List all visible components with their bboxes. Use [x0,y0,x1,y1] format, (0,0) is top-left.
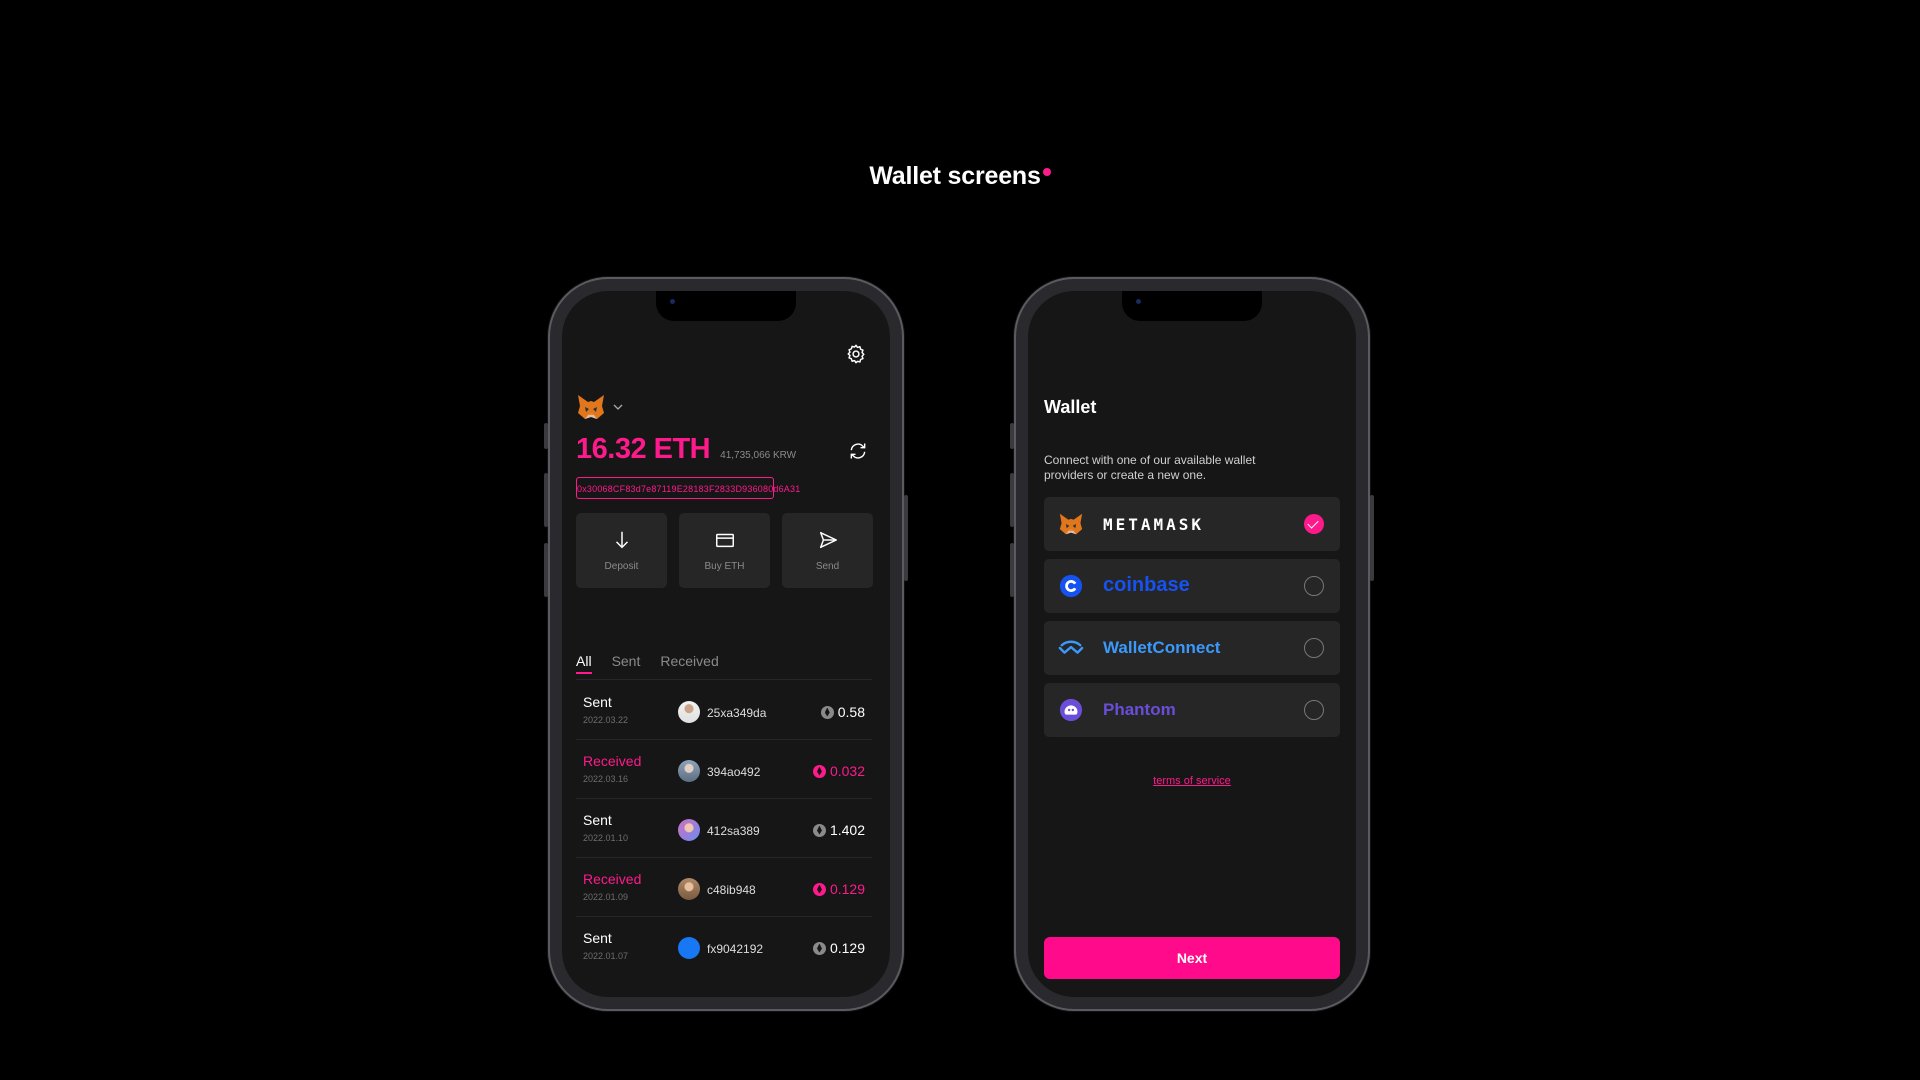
tab-all[interactable]: All [576,653,592,674]
tx-address: 412sa389 [707,824,760,838]
transaction-list: Sent 2022.03.22 25xa349da 0.58 Received … [576,681,872,975]
account-selector[interactable] [576,393,624,421]
avatar [678,878,700,900]
tx-date: 2022.01.07 [583,951,629,961]
tx-type: Sent [583,812,612,828]
notch [656,291,796,321]
tx-address: fx9042192 [707,942,764,956]
tx-date: 2022.03.16 [583,774,629,784]
tx-date: 2022.01.10 [583,833,629,843]
table-row[interactable]: Sent 2022.03.22 25xa349da 0.58 [576,681,872,740]
tab-received[interactable]: Received [660,653,718,674]
provider-name: coinbase [1103,574,1190,596]
tx-amount: 0.129 [812,940,865,956]
balance-fiat: 41,735,066 KRW [720,450,797,461]
eth-icon [812,764,826,778]
radio-checked[interactable] [1304,514,1324,534]
eth-icon [812,941,826,955]
phone-frame-connect: Wallet Connect with one of our available… [1010,277,1374,1011]
balance-eth: 16.32 ETH [576,433,711,465]
next-button[interactable]: Next [1044,937,1340,979]
terms-of-service-link[interactable]: terms of service [1028,775,1356,787]
tx-address: 25xa349da [707,706,767,720]
avatar [678,819,700,841]
walletconnect-icon [1058,640,1084,654]
deposit-button[interactable]: Deposit [576,513,667,588]
avatar [678,760,700,782]
eth-icon [812,882,826,896]
tx-amount: 1.402 [812,822,865,838]
tx-type: Received [583,871,642,887]
avatar [678,937,700,959]
balance: 16.32 ETH 41,735,066 KRW [576,433,796,466]
transaction-tabs: All Sent Received [576,653,719,674]
screen-title: Wallet [1044,397,1097,417]
avatar [678,701,700,723]
provider-coinbase[interactable]: coinbase [1044,559,1340,613]
tab-sent[interactable]: Sent [612,653,641,674]
coinbase-icon [1059,574,1083,598]
wallet-address[interactable]: 0x30068CF83d7e87119E28183F2833D936080d6A… [576,477,800,499]
tx-amount: 0.58 [820,704,865,720]
table-row[interactable]: Received 2022.03.16 394ao492 0.032 [576,740,872,799]
phone-frame-home: 16.32 ETH 41,735,066 KRW 0x30068CF83d7e8… [544,277,908,1011]
tx-date: 2022.03.22 [583,715,629,725]
tx-address: 394ao492 [707,765,761,779]
wallet-connect-screen: Wallet Connect with one of our available… [1028,291,1356,997]
wallet-home-screen: 16.32 ETH 41,735,066 KRW 0x30068CF83d7e8… [562,291,890,997]
buy-eth-label: Buy ETH [704,561,745,572]
metamask-fox-icon [578,395,604,419]
eth-icon [812,823,826,837]
gear-icon[interactable] [845,343,867,365]
quick-actions: Deposit Buy ETH Send [576,513,873,588]
provider-list: METAMASK coinbase WalletConnect Phantom [1044,497,1340,745]
table-row[interactable]: Sent 2022.01.10 412sa389 1.402 [576,799,872,858]
deposit-label: Deposit [604,561,639,572]
refresh-icon[interactable] [848,441,868,461]
tx-amount: 0.129 [812,881,865,897]
metamask-fox-icon [1059,513,1083,535]
table-row[interactable]: Sent 2022.01.07 fx9042192 0.129 [576,917,872,975]
provider-walletconnect[interactable]: WalletConnect [1044,621,1340,675]
provider-name: METAMASK [1103,515,1205,534]
card-icon [715,533,734,548]
screen-description: Connect with one of our available wallet… [1044,453,1256,482]
accent-dot [1042,168,1051,176]
tx-type: Received [583,753,642,769]
send-button[interactable]: Send [782,513,873,588]
tx-amount: 0.032 [812,763,865,779]
divider [576,679,872,680]
tx-address: c48ib948 [707,883,756,897]
provider-name: Phantom [1103,700,1176,719]
provider-metamask[interactable]: METAMASK [1044,497,1340,551]
radio-unchecked[interactable] [1304,576,1324,596]
radio-unchecked[interactable] [1304,638,1324,658]
arrow-down-icon [615,531,628,549]
notch [1122,291,1262,321]
tx-type: Sent [583,930,612,946]
eth-icon [820,705,834,719]
provider-phantom[interactable]: Phantom [1044,683,1340,737]
phantom-icon [1059,698,1083,722]
buy-eth-button[interactable]: Buy ETH [679,513,770,588]
table-row[interactable]: Received 2022.01.09 c48ib948 0.129 [576,858,872,917]
tx-date: 2022.01.09 [583,892,629,902]
send-label: Send [815,561,840,572]
provider-name: WalletConnect [1103,638,1221,657]
radio-unchecked[interactable] [1304,700,1324,720]
send-icon [819,531,837,549]
chevron-down-icon [613,404,623,410]
page-title: Wallet screens [0,162,1920,191]
tx-type: Sent [583,694,612,710]
